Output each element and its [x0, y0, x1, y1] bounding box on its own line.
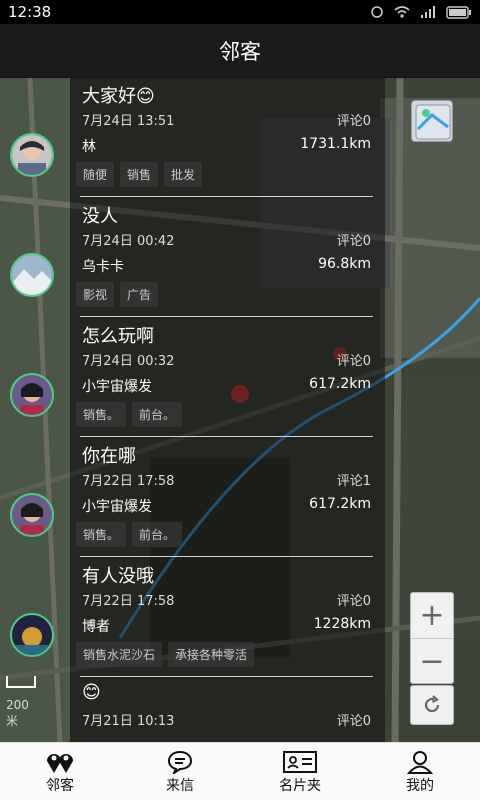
avatar[interactable] — [10, 373, 54, 417]
avatar-image — [12, 135, 52, 175]
post-tag: 批发 — [164, 162, 203, 187]
post-distance: 617.2km — [309, 496, 371, 512]
post-distance: 1228km — [313, 616, 371, 632]
post-tags: 销售。 前台。 — [76, 402, 183, 427]
post-title: 大家好😊 — [82, 86, 155, 107]
avatar[interactable] — [10, 613, 54, 657]
tab-label: 名片夹 — [279, 777, 321, 794]
post-tag: 广告 — [120, 282, 159, 307]
wifi-icon — [394, 6, 410, 18]
divider — [80, 436, 373, 437]
post-date: 7月24日 13:51 — [82, 114, 175, 129]
zoom-controls: + − — [410, 592, 454, 684]
zoom-in-button[interactable]: + — [411, 593, 453, 638]
post-comment-count[interactable]: 评论0 — [337, 590, 371, 609]
post-date: 7月22日 17:58 — [82, 594, 175, 609]
post-tags: 销售水泥沙石 承接各种零活 — [76, 642, 255, 667]
page-title: 邻客 — [219, 39, 261, 64]
signal-icon — [421, 6, 435, 18]
refresh-button[interactable] — [410, 685, 454, 725]
post-tag: 随便 — [76, 162, 115, 187]
post-comment-count[interactable]: 评论0 — [337, 710, 371, 729]
post-tags: 影视 广告 — [76, 282, 159, 307]
tab-label: 邻客 — [46, 777, 74, 794]
status-bar: 12:38 — [0, 0, 480, 24]
post-card[interactable]: 你在哪 7月22日 17:58 评论1 小宇宙爆发 617.2km 销售。 前台… — [70, 438, 385, 558]
post-title: 你在哪 — [82, 446, 136, 467]
post-distance: 617.2km — [309, 376, 371, 392]
post-card[interactable]: 有人没哦 7月22日 17:58 评论0 博者 1228km 销售水泥沙石 承接… — [70, 558, 385, 678]
post-username: 博者 — [82, 619, 110, 635]
status-icons — [370, 5, 472, 19]
post-tags: 随便 销售 批发 — [76, 162, 203, 187]
post-card[interactable]: 😊 7月21日 10:13 评论0 — [70, 678, 385, 742]
post-username: 林 — [82, 139, 96, 155]
post-tag: 前台。 — [132, 522, 183, 547]
map-layer-button[interactable] — [411, 100, 453, 142]
post-card[interactable]: 大家好😊 7月24日 13:51 评论0 林 1731.1km 随便 销售 批发 — [70, 78, 385, 198]
post-title: 怎么玩啊 — [82, 326, 154, 347]
person-icon — [407, 749, 433, 775]
avatar[interactable] — [10, 253, 54, 297]
map-layer-icon — [415, 104, 451, 140]
post-tag: 销售。 — [76, 522, 127, 547]
post-tag: 销售水泥沙石 — [76, 642, 163, 667]
chat-bubble-icon — [167, 749, 193, 775]
battery-icon — [446, 5, 471, 19]
tab-cards[interactable]: 名片夹 — [240, 743, 360, 800]
post-title: 没人 — [82, 206, 118, 227]
tab-messages[interactable]: 来信 — [120, 743, 240, 800]
post-comment-count[interactable]: 评论0 — [337, 230, 371, 249]
avatar[interactable] — [10, 493, 54, 537]
post-date: 7月22日 17:58 — [82, 474, 175, 489]
alarm-icon — [371, 6, 383, 18]
post-card[interactable]: 没人 7月24日 00:42 评论0 乌卡卡 96.8km 影视 广告 — [70, 198, 385, 318]
divider — [80, 316, 373, 317]
scale-label: 200米 — [6, 698, 29, 728]
post-tag: 销售 — [120, 162, 159, 187]
post-comment-count[interactable]: 评论0 — [337, 110, 371, 129]
avatar-image — [12, 255, 52, 295]
post-date: 7月21日 10:13 — [82, 714, 175, 729]
avatar-image — [12, 495, 52, 535]
tab-label: 我的 — [406, 777, 434, 794]
avatar-image — [12, 375, 52, 415]
zoom-out-button[interactable]: − — [411, 639, 453, 684]
post-comment-count[interactable]: 评论0 — [337, 350, 371, 369]
post-card[interactable]: 怎么玩啊 7月24日 00:32 评论0 小宇宙爆发 617.2km 销售。 前… — [70, 318, 385, 438]
id-card-icon — [283, 749, 317, 775]
post-distance: 96.8km — [318, 256, 371, 272]
divider — [80, 676, 373, 677]
post-tags: 销售。 前台。 — [76, 522, 183, 547]
tab-profile[interactable]: 我的 — [360, 743, 480, 800]
post-title: 😊 — [82, 682, 101, 703]
divider — [80, 196, 373, 197]
app-header: 邻客 — [0, 24, 480, 78]
post-username: 乌卡卡 — [82, 259, 124, 275]
scale-bar — [6, 676, 36, 688]
refresh-icon — [424, 695, 440, 713]
bottom-tab-bar: 邻客 来信 名片夹 我的 — [0, 742, 480, 800]
avatar-image — [12, 615, 52, 655]
post-tag: 承接各种零活 — [168, 642, 255, 667]
post-date: 7月24日 00:32 — [82, 354, 175, 369]
status-time: 12:38 — [8, 3, 52, 21]
post-tag: 前台。 — [132, 402, 183, 427]
avatar[interactable] — [10, 133, 54, 177]
tab-neighbors[interactable]: 邻客 — [0, 743, 120, 800]
post-tag: 影视 — [76, 282, 115, 307]
post-tag: 销售。 — [76, 402, 127, 427]
post-comment-count[interactable]: 评论1 — [337, 470, 371, 489]
post-username: 小宇宙爆发 — [82, 499, 152, 515]
post-list[interactable]: 大家好😊 7月24日 13:51 评论0 林 1731.1km 随便 销售 批发… — [70, 78, 385, 742]
tab-label: 来信 — [166, 777, 194, 794]
post-date: 7月24日 00:42 — [82, 234, 175, 249]
post-distance: 1731.1km — [300, 136, 371, 152]
divider — [80, 556, 373, 557]
post-username: 小宇宙爆发 — [82, 379, 152, 395]
location-pins-icon — [44, 749, 76, 775]
post-title: 有人没哦 — [82, 566, 154, 587]
